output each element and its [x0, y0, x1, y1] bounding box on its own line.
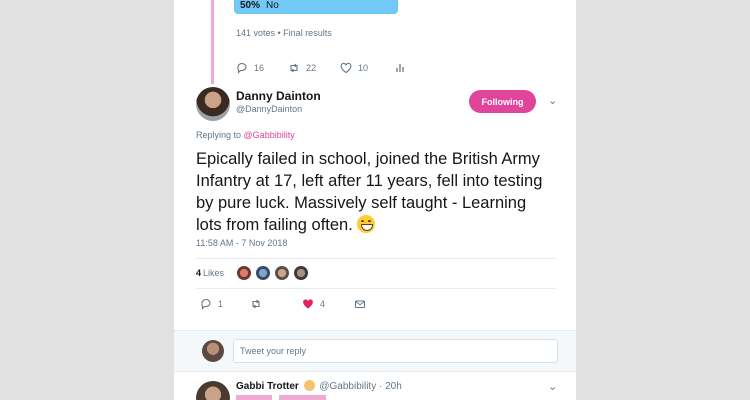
reply-count: 16: [254, 63, 265, 73]
thread-line: [211, 0, 214, 84]
like-count: 10: [358, 63, 369, 73]
retweet-button[interactable]: 22: [288, 62, 340, 74]
divider: [196, 288, 556, 289]
tweet-text: Epically failed in school, joined the Br…: [196, 148, 556, 236]
poll-option-percent: 50%: [240, 0, 261, 11]
like-count: 4: [320, 299, 326, 309]
likes-count: 4: [196, 268, 202, 278]
reply-icon: [237, 62, 247, 74]
poll-option-bar: 50% No: [234, 0, 398, 14]
divider: [196, 258, 556, 259]
retweet-icon: [290, 63, 298, 73]
analytics-button[interactable]: [394, 62, 406, 74]
reply-icon: [201, 298, 211, 310]
poll-meta: 141 votes • Final results: [236, 28, 332, 38]
mention-link[interactable]: @Gabbibility: [244, 130, 295, 140]
heart-icon: [340, 62, 352, 74]
envelope-icon: [354, 300, 366, 309]
retweet-count: 22: [306, 63, 317, 73]
following-button[interactable]: Following: [469, 90, 536, 113]
reply-button[interactable]: 16: [236, 62, 288, 74]
likes-count-link[interactable]: 4 Likes: [196, 268, 224, 278]
reply-count: 1: [218, 299, 224, 309]
grinning-face-icon: [357, 215, 376, 233]
author-name[interactable]: Danny Dainton: [236, 89, 321, 103]
reply-input[interactable]: [233, 339, 558, 363]
like-button[interactable]: 10: [340, 62, 394, 74]
likes-row: 4 Likes: [196, 263, 312, 283]
liker-avatar[interactable]: [293, 265, 310, 281]
liker-avatar[interactable]: [255, 265, 272, 281]
next-tweet-header: Gabbi Trotter @Gabbibility · 20h: [236, 380, 402, 392]
chevron-down-icon[interactable]: ⌄: [548, 94, 557, 107]
author-name[interactable]: Gabbi Trotter: [236, 381, 299, 392]
like-button[interactable]: 4: [302, 298, 354, 310]
avatar: [202, 340, 224, 362]
liker-avatar[interactable]: [274, 265, 291, 281]
direct-message-button[interactable]: [354, 298, 366, 310]
tweet-time[interactable]: 20h: [385, 381, 402, 392]
replying-to-cutoff: [236, 395, 326, 400]
author-handle[interactable]: @DannyDainton: [236, 104, 302, 114]
replying-prefix: Replying to: [196, 130, 242, 140]
author-handle[interactable]: @Gabbibility: [319, 381, 376, 392]
reply-button[interactable]: 1: [200, 298, 250, 310]
likes-label: Likes: [203, 268, 225, 278]
poll-option-label: No: [266, 0, 279, 11]
tweet-actions: 1 4: [200, 296, 366, 312]
heart-icon: [303, 299, 313, 309]
retweet-icon: [252, 299, 260, 309]
avatar[interactable]: [196, 87, 230, 121]
analytics-icon: [396, 64, 404, 72]
emoji-icon: [303, 380, 315, 391]
tweet-timestamp[interactable]: 11:58 AM - 7 Nov 2018: [196, 238, 287, 248]
liker-avatar[interactable]: [236, 265, 253, 281]
retweet-button[interactable]: [250, 298, 302, 310]
chevron-down-icon[interactable]: ⌄: [548, 380, 557, 393]
poll-tweet-actions: 16 22 10: [236, 60, 406, 76]
replying-to: Replying to @Gabbibility: [196, 130, 295, 140]
likers-avatars: [236, 265, 312, 281]
separator: ·: [378, 381, 383, 392]
